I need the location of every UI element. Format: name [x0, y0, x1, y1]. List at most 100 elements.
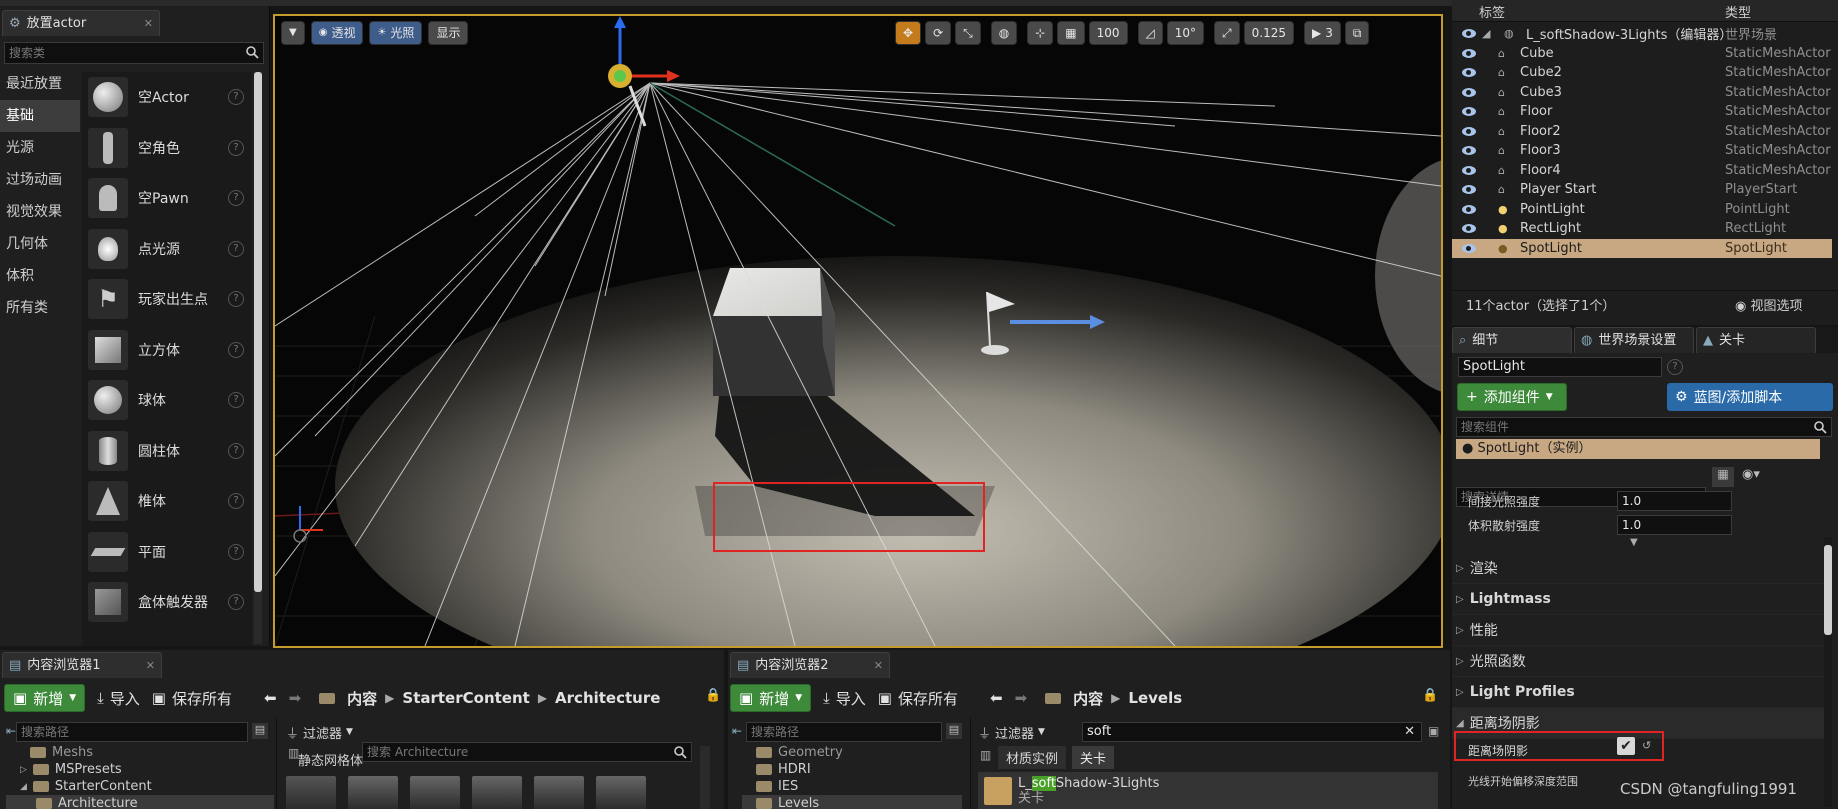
asset-thumbnail[interactable] [472, 776, 522, 809]
tab-world-settings[interactable]: ◍ 世界场景设置 [1574, 327, 1694, 353]
viewport-options-dropdown[interactable]: ▼ [281, 21, 305, 45]
close-icon[interactable]: ✕ [874, 654, 883, 678]
help-icon[interactable]: ? [228, 139, 244, 156]
tab-levels[interactable]: ▲ 关卡 [1696, 327, 1816, 353]
tree-item-selected[interactable]: Levels [742, 795, 962, 809]
prop-indirect-value[interactable]: 1.0 [1617, 491, 1732, 511]
outliner-row-player-start[interactable]: ⌂ Player Start PlayerStart [1452, 180, 1832, 200]
content-browser-1-tab[interactable]: ▤ 内容浏览器1 ✕ [2, 652, 162, 678]
cb2-forward-button[interactable]: ➡ [1015, 684, 1028, 712]
place-item-empty-pawn[interactable]: 空Pawn? [82, 173, 252, 224]
column-type[interactable]: 类型 [1725, 2, 1751, 21]
cb2-search-path-input[interactable]: 搜索路径 [746, 722, 942, 742]
world-space-icon[interactable]: ◍ [990, 21, 1018, 45]
section-lightmass[interactable]: ▷ Lightmass [1452, 584, 1832, 615]
outliner-row-spotlight[interactable]: ● SpotLight SpotLight [1452, 238, 1832, 258]
maximize-viewport-icon[interactable]: ⧉ [1344, 21, 1370, 45]
category-all-classes[interactable]: 所有类 [0, 292, 80, 324]
cb1-scrollbar[interactable] [700, 746, 710, 809]
eye-icon[interactable] [1462, 68, 1476, 78]
eye-icon[interactable] [1462, 146, 1476, 156]
outliner-row-pointlight[interactable]: ● PointLight PointLight [1452, 200, 1832, 220]
tree-item[interactable]: Geometry [742, 744, 962, 761]
filter-chip-material-instance[interactable]: 材质实例 [998, 746, 1067, 769]
grid-snap-value[interactable]: 100 [1088, 21, 1128, 45]
outliner-row-cube3[interactable]: ⌂ Cube3 StaticMeshActor [1452, 83, 1832, 103]
search-components-input[interactable]: 搜索组件 [1456, 417, 1832, 437]
tree-item[interactable]: ◢ StarterContent [6, 778, 274, 795]
cb2-save-all-button[interactable]: ▣ 保存所有 [878, 684, 958, 712]
tree-item-selected[interactable]: Architecture [6, 795, 274, 809]
help-icon[interactable]: ? [228, 493, 244, 510]
place-scrollbar[interactable] [254, 72, 262, 644]
asset-thumbnail[interactable] [410, 776, 460, 809]
camera-speed-button[interactable]: ▶ 3 [1304, 21, 1341, 45]
scale-snap-icon[interactable]: ⤢ [1214, 21, 1240, 45]
component-row-spotlight[interactable]: ● SpotLight（实例） [1456, 439, 1820, 459]
cb2-collapse-icon[interactable]: ⇤ [732, 724, 742, 738]
tree-item[interactable]: ▷ MSPresets [6, 761, 274, 778]
eye-icon[interactable] [1462, 87, 1476, 97]
eye-icon[interactable] [1462, 48, 1476, 58]
cb2-asset-row[interactable]: L_softShadow-3Lights 关卡 [978, 772, 1438, 809]
cb1-save-all-button[interactable]: ▣ 保存所有 [152, 684, 232, 712]
cb1-crumb-architecture[interactable]: Architecture [555, 689, 660, 707]
tree-item[interactable]: IES [742, 778, 962, 795]
eye-icon[interactable] [1462, 29, 1476, 39]
cb2-add-new-button[interactable]: ▣ 新增 ▼ [730, 684, 812, 712]
place-actors-tab[interactable]: ⚙ 放置actor ✕ [2, 10, 160, 36]
place-item-point-light[interactable]: 点光源? [82, 224, 252, 275]
category-cinematic[interactable]: 过场动画 [0, 164, 80, 196]
place-item-plane[interactable]: 平面? [82, 527, 252, 578]
place-scrollbar-thumb[interactable] [254, 72, 262, 592]
tree-item[interactable]: HDRI [742, 761, 962, 778]
scale-mode-icon[interactable]: ⤡ [955, 21, 981, 45]
cb2-search-asset-input[interactable]: soft ✕ [1082, 722, 1422, 742]
help-icon[interactable]: ? [228, 341, 244, 358]
add-component-button[interactable]: + 添加组件 ▼ [1457, 383, 1567, 411]
help-icon[interactable]: ? [228, 543, 244, 560]
category-geometry[interactable]: 几何体 [0, 228, 80, 260]
tab-details[interactable]: ⌕ 细节 [1452, 327, 1572, 353]
visibility-filter-icon[interactable]: ◉▾ [1742, 467, 1760, 482]
eye-icon[interactable] [1462, 126, 1476, 136]
cb1-forward-button[interactable]: ➡ [289, 684, 302, 712]
cb1-crumb-starter[interactable]: StarterContent [402, 689, 529, 707]
prop-volumetric-value[interactable]: 1.0 [1617, 515, 1732, 535]
outliner-row-floor[interactable]: ⌂ Floor StaticMeshActor [1452, 102, 1832, 122]
property-matrix-icon[interactable]: ▦ [1712, 467, 1734, 487]
scale-snap-value[interactable]: 0.125 [1243, 21, 1295, 45]
outliner-row-floor2[interactable]: ⌂ Floor2 StaticMeshActor [1452, 122, 1832, 142]
asset-thumbnail[interactable] [348, 776, 398, 809]
filter-chip-level[interactable]: 关卡 [1072, 746, 1115, 769]
details-scrollbar-thumb[interactable] [1824, 545, 1832, 635]
help-icon[interactable]: ? [228, 190, 244, 207]
help-icon[interactable]: ? [228, 392, 244, 409]
blueprint-add-script-button[interactable]: ⚙ 蓝图/添加脚本 [1667, 383, 1833, 411]
help-icon[interactable]: ? [228, 594, 244, 611]
cb1-search-path-input[interactable]: 搜索路径 [16, 722, 248, 742]
expand-arrow-icon[interactable]: ◢ [1482, 27, 1496, 40]
asset-thumbnail[interactable] [596, 776, 646, 809]
outliner-row-world[interactable]: ◢ ◍ L_softShadow-3Lights（编辑器） 世界场景 [1452, 24, 1832, 44]
place-item-empty-actor[interactable]: 空Actor? [82, 72, 252, 123]
cb1-back-button[interactable]: ⬅ [264, 684, 277, 712]
cb1-collapse-icon[interactable]: ⇤ [6, 724, 16, 738]
place-item-player-start[interactable]: ⚑ 玩家出生点? [82, 274, 252, 325]
lit-button[interactable]: ☀ 光照 [369, 21, 423, 45]
section-rendering[interactable]: ▷ 渲染 [1452, 553, 1832, 584]
advanced-expand-icon[interactable]: ▼ [1630, 537, 1638, 548]
place-item-cube[interactable]: 立方体? [82, 325, 252, 376]
cb2-path-options-icon[interactable]: ▤ [946, 723, 962, 739]
help-icon[interactable]: ? [228, 89, 244, 106]
eye-icon[interactable] [1462, 165, 1476, 175]
help-icon[interactable]: ? [228, 291, 244, 308]
section-light-profiles[interactable]: ▷ Light Profiles [1452, 677, 1832, 708]
cb1-search-asset-input[interactable]: 搜索 Architecture [362, 742, 692, 762]
grid-snap-icon[interactable]: ▦ [1057, 21, 1085, 45]
cb2-import-button[interactable]: ⤓ 导入 [823, 684, 866, 712]
section-performance[interactable]: ▷ 性能 [1452, 615, 1832, 646]
place-item-cone[interactable]: 椎体? [82, 476, 252, 527]
eye-icon[interactable] [1462, 107, 1476, 117]
outliner-row-cube2[interactable]: ⌂ Cube2 StaticMeshActor [1452, 63, 1832, 83]
